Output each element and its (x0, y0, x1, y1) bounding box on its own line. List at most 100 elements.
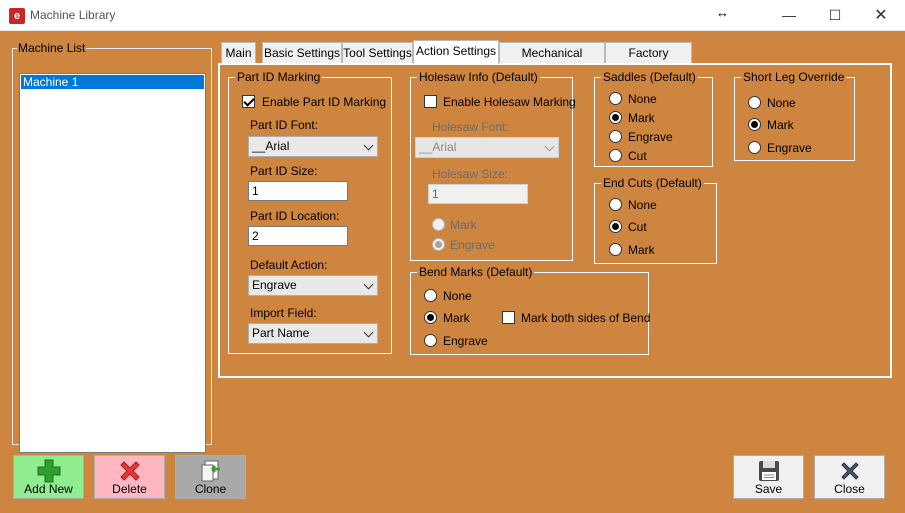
window-title: Machine Library (30, 8, 116, 22)
holesaw-size-label: Holesaw Size: (432, 167, 509, 181)
part-id-marking-group: Part ID Marking Enable Part ID Marking P… (228, 70, 392, 354)
end-cuts-none-radio[interactable] (609, 198, 622, 211)
enable-part-id-label: Enable Part ID Marking (262, 95, 387, 109)
enable-part-id-checkbox[interactable] (242, 95, 255, 108)
machine-list-group: Machine List Machine 1 (12, 41, 212, 453)
saddles-title: Saddles (Default) (601, 70, 698, 84)
delete-x-icon (119, 461, 140, 481)
default-action-value: Engrave (252, 278, 297, 292)
resize-arrows-icon: ↔ (716, 5, 729, 20)
holesaw-font-select[interactable]: __Arial (415, 137, 559, 158)
delete-button[interactable]: Delete (94, 455, 165, 499)
end-cuts-mark-label: Mark (628, 243, 655, 257)
add-new-button[interactable]: Add New (13, 455, 84, 499)
holesaw-size-input[interactable]: 1 (428, 184, 528, 204)
add-new-label: Add New (24, 482, 73, 496)
enable-holesaw-checkbox[interactable] (424, 95, 437, 108)
end-cuts-none-label: None (628, 198, 657, 212)
saddles-cut-radio[interactable] (609, 149, 622, 162)
bend-none-radio[interactable] (424, 289, 437, 302)
short-leg-engrave-radio[interactable] (748, 141, 761, 154)
end-cuts-cut-radio[interactable] (609, 220, 622, 233)
default-action-label: Default Action: (250, 258, 328, 272)
holesaw-engrave-radio[interactable] (432, 238, 445, 251)
part-id-font-label: Part ID Font: (250, 118, 319, 132)
action-settings-panel: Part ID Marking Enable Part ID Marking P… (218, 63, 892, 378)
saddles-none-radio[interactable] (609, 92, 622, 105)
tab-action-settings[interactable]: Action Settings (413, 40, 499, 64)
holesaw-font-label: Holesaw Font: (432, 120, 509, 134)
chevron-down-icon (363, 279, 374, 290)
saddles-cut-label: Cut (628, 149, 647, 163)
short-leg-none-radio[interactable] (748, 96, 761, 109)
import-field-label: Import Field: (250, 306, 317, 320)
short-leg-override-group: Short Leg Override None Mark Engrave (734, 70, 855, 161)
mark-both-sides-checkbox[interactable] (502, 311, 515, 324)
save-label: Save (754, 482, 783, 496)
bend-engrave-radio[interactable] (424, 334, 437, 347)
end-cuts-title: End Cuts (Default) (601, 176, 704, 190)
import-field-select[interactable]: Part Name (248, 323, 378, 344)
bend-mark-label: Mark (443, 311, 470, 325)
machine-listbox[interactable]: Machine 1 (19, 73, 206, 453)
saddles-none-label: None (628, 92, 657, 106)
part-id-size-input[interactable]: 1 (248, 181, 348, 201)
close-label: Close (834, 482, 865, 496)
delete-label: Delete (112, 482, 147, 496)
saddles-engrave-radio[interactable] (609, 130, 622, 143)
holesaw-mark-label: Mark (450, 218, 477, 232)
chevron-down-icon (363, 327, 374, 338)
tab-basic-settings[interactable]: Basic Settings (262, 42, 342, 63)
bend-none-label: None (443, 289, 472, 303)
bend-marks-group: Bend Marks (Default) None Mark Engrave M… (410, 265, 651, 355)
part-id-location-label: Part ID Location: (250, 209, 340, 223)
maximize-button[interactable]: ☐ (812, 0, 858, 31)
import-field-value: Part Name (252, 326, 310, 340)
saddles-mark-label: Mark (628, 111, 655, 125)
enable-holesaw-label: Enable Holesaw Marking (443, 95, 576, 109)
tab-main[interactable]: Main (221, 42, 256, 63)
bend-engrave-label: Engrave (443, 334, 488, 348)
app-icon: e (9, 8, 25, 24)
default-action-select[interactable]: Engrave (248, 275, 378, 296)
end-cuts-mark-radio[interactable] (609, 243, 622, 256)
clone-document-icon (201, 460, 220, 482)
part-id-location-input[interactable]: 2 (248, 226, 348, 246)
short-leg-mark-radio[interactable] (748, 118, 761, 131)
close-x-icon (840, 462, 859, 480)
machine-list-title: Machine List (18, 41, 86, 55)
saddles-mark-radio[interactable] (609, 111, 622, 124)
close-window-button[interactable]: ✕ (858, 0, 904, 31)
tab-tool-settings[interactable]: Tool Settings (342, 42, 413, 63)
clone-button[interactable]: Clone (175, 455, 246, 499)
end-cuts-cut-label: Cut (628, 220, 647, 234)
chevron-down-icon (363, 140, 374, 151)
title-bar[interactable]: e Machine Library ↔ — ☐ ✕ (0, 0, 905, 31)
chevron-down-icon (544, 141, 555, 152)
close-button[interactable]: Close (814, 455, 885, 499)
floppy-disk-icon (758, 461, 779, 481)
holesaw-mark-radio[interactable] (432, 218, 445, 231)
clone-label: Clone (194, 482, 227, 496)
minimize-button[interactable]: — (766, 0, 812, 31)
holesaw-info-group: Holesaw Info (Default) Enable Holesaw Ma… (410, 70, 576, 261)
tab-factory-settings[interactable]: Factory Settings (605, 42, 692, 80)
plus-icon (37, 459, 60, 483)
bend-marks-title: Bend Marks (Default) (417, 265, 535, 279)
list-item[interactable]: Machine 1 (21, 75, 204, 89)
tab-mechanical-settings[interactable]: Mechanical Settings (499, 42, 605, 80)
short-leg-none-label: None (767, 96, 796, 110)
short-leg-override-title: Short Leg Override (741, 70, 847, 84)
mark-both-sides-label: Mark both sides of Bend (521, 311, 651, 325)
save-button[interactable]: Save (733, 455, 804, 499)
saddles-group: Saddles (Default) None Mark Engrave Cut (594, 70, 713, 167)
part-id-font-select[interactable]: __Arial (248, 136, 378, 157)
bend-mark-radio[interactable] (424, 311, 437, 324)
part-id-size-label: Part ID Size: (250, 164, 318, 178)
holesaw-engrave-label: Engrave (450, 238, 495, 252)
holesaw-font-value: __Arial (419, 140, 457, 154)
short-leg-mark-label: Mark (767, 118, 794, 132)
end-cuts-group: End Cuts (Default) None Cut Mark (594, 176, 717, 264)
short-leg-engrave-label: Engrave (767, 141, 812, 155)
holesaw-info-title: Holesaw Info (Default) (417, 70, 540, 84)
